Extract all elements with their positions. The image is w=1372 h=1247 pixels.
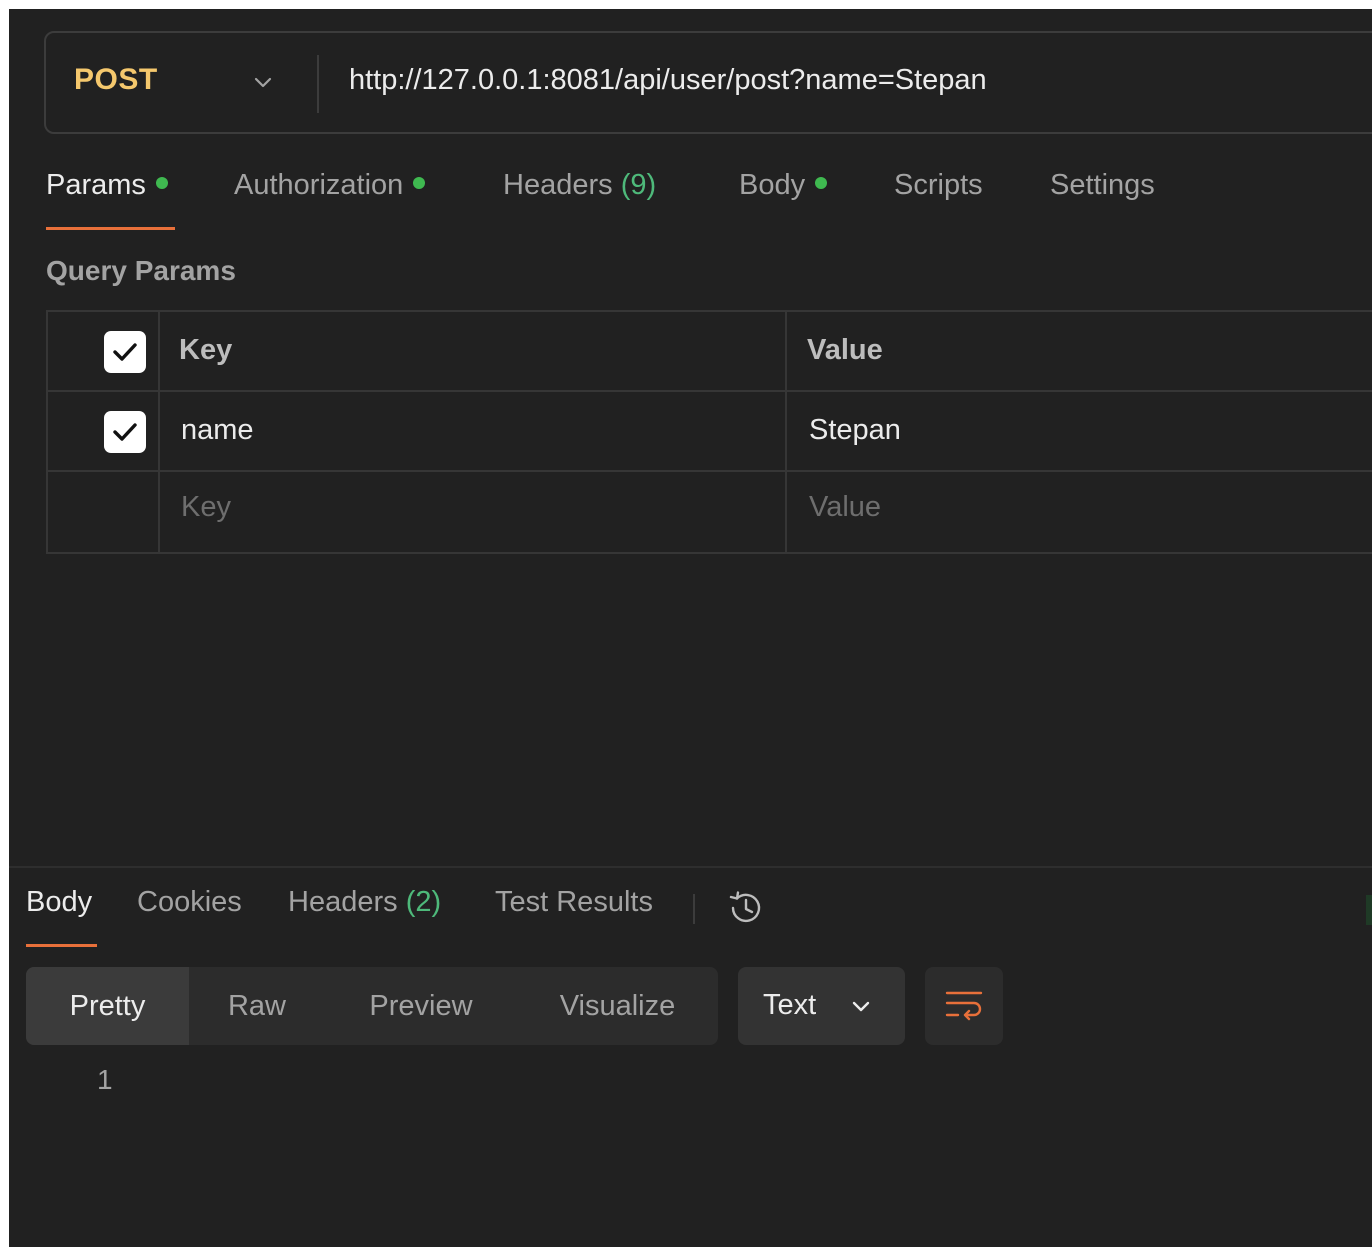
active-tab-underline: [26, 944, 97, 947]
wrap-lines-button[interactable]: [925, 967, 1003, 1045]
mode-raw[interactable]: Raw: [189, 967, 325, 1045]
table-row: name Stepan: [48, 392, 1372, 472]
column-divider: [785, 392, 787, 470]
table-header-row: Key Value: [48, 312, 1372, 392]
mode-pretty[interactable]: Pretty: [26, 967, 189, 1045]
method-select[interactable]: POST: [74, 63, 158, 97]
wrap-lines-icon: [945, 991, 983, 1021]
column-divider: [785, 312, 787, 390]
select-all-checkbox[interactable]: [104, 331, 146, 373]
tab-label: Headers: [288, 886, 398, 918]
tab-label: Cookies: [137, 886, 242, 918]
new-value-input[interactable]: Value: [809, 491, 881, 524]
table-row-empty: Key Value: [48, 472, 1372, 552]
tab-response-headers[interactable]: Headers (2): [288, 886, 441, 946]
request-tabs: Params Authorization Headers (9) Body Sc…: [46, 169, 1366, 229]
tab-label: Body: [739, 169, 806, 201]
tab-cookies[interactable]: Cookies: [137, 886, 242, 946]
tab-body[interactable]: Body: [739, 169, 828, 229]
status-dot: [413, 177, 426, 189]
url-divider: [317, 55, 319, 113]
tab-test-results[interactable]: Test Results: [495, 886, 653, 946]
url-input[interactable]: http://127.0.0.1:8081/api/user/post?name…: [349, 64, 987, 97]
url-bar: POST http://127.0.0.1:8081/api/user/post…: [44, 31, 1372, 134]
column-divider: [785, 472, 787, 552]
line-number: 1: [97, 1064, 113, 1095]
response-type-select[interactable]: Text: [738, 967, 905, 1045]
params-table: Key Value name Stepan Key Value: [46, 310, 1372, 554]
param-key-input[interactable]: name: [181, 414, 254, 447]
value-column-header: Value: [807, 334, 883, 366]
column-divider: [158, 312, 160, 390]
chevron-down-icon: [852, 1001, 870, 1012]
mode-visualize[interactable]: Visualize: [517, 967, 718, 1045]
format-mode-group: Pretty Raw Preview Visualize: [26, 967, 718, 1045]
row-checkbox[interactable]: [104, 411, 146, 453]
tab-params[interactable]: Params: [46, 169, 168, 229]
mode-preview[interactable]: Preview: [325, 967, 517, 1045]
tab-label: Body: [26, 886, 93, 918]
param-value-input[interactable]: Stepan: [809, 414, 901, 447]
key-column-header: Key: [179, 334, 233, 366]
request-editor: POST http://127.0.0.1:8081/api/user/post…: [9, 9, 1372, 1247]
tab-label: Headers: [503, 169, 613, 201]
tab-label: Scripts: [894, 169, 983, 201]
select-value: Text: [763, 989, 817, 1021]
chevron-down-icon[interactable]: [250, 69, 276, 95]
tab-count: (2): [405, 886, 442, 918]
column-divider: [158, 392, 160, 470]
history-icon[interactable]: [725, 888, 765, 928]
section-title: Query Params: [46, 255, 236, 286]
status-dot: [815, 177, 828, 189]
tab-response-body[interactable]: Body: [26, 886, 92, 946]
new-key-input[interactable]: Key: [181, 491, 231, 524]
tab-label: Settings: [1050, 169, 1155, 201]
column-divider: [158, 472, 160, 552]
tab-settings[interactable]: Settings: [1050, 169, 1155, 229]
tab-label: Authorization: [234, 169, 404, 201]
status-dot: [155, 177, 168, 189]
tab-headers[interactable]: Headers (9): [503, 169, 656, 229]
checkmark-icon: [113, 423, 137, 441]
tab-label: Params: [46, 169, 146, 201]
tab-separator: [693, 894, 695, 924]
tab-label: Test Results: [495, 886, 653, 918]
tab-count: (9): [620, 169, 657, 201]
status-indicator: [1366, 895, 1372, 925]
response-tabs: Body Cookies Headers (2) Test Results: [26, 886, 1226, 946]
response-pane-divider[interactable]: [9, 866, 1372, 868]
tab-authorization[interactable]: Authorization: [234, 169, 426, 229]
tab-scripts[interactable]: Scripts: [894, 169, 983, 229]
active-tab-underline: [46, 227, 175, 230]
checkmark-icon: [113, 343, 137, 361]
